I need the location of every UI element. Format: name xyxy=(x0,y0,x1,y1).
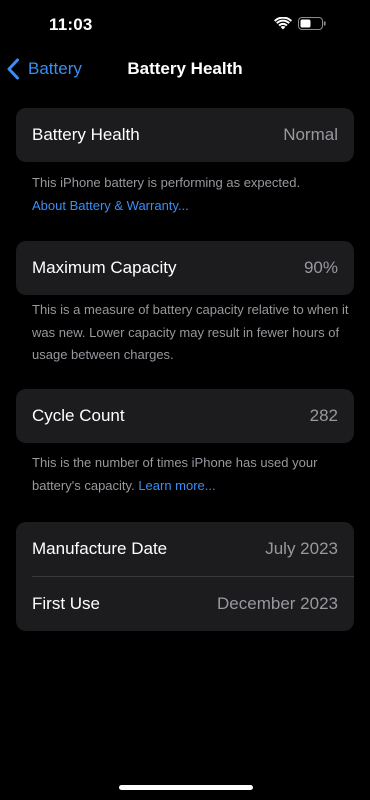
maximum-capacity-row: Maximum Capacity 90% xyxy=(16,241,354,295)
maximum-capacity-description: This is a measure of battery capacity re… xyxy=(32,302,349,362)
manufacture-date-value: July 2023 xyxy=(265,539,338,558)
status-bar: 11:03 xyxy=(0,0,370,48)
status-time: 11:03 xyxy=(49,15,93,34)
maximum-capacity-value: 90% xyxy=(303,258,338,277)
wifi-icon xyxy=(274,17,292,30)
maximum-capacity-footnote: This is a measure of battery capacity re… xyxy=(32,299,350,367)
manufacture-date-label: Manufacture Date xyxy=(32,539,168,558)
cycle-count-row: Cycle Count 282 xyxy=(16,389,354,443)
home-indicator[interactable] xyxy=(119,785,253,790)
cycle-count-card: Cycle Count 282 xyxy=(16,389,354,443)
learn-more-link[interactable]: Learn more... xyxy=(138,478,215,493)
maximum-capacity-card: Maximum Capacity 90% xyxy=(16,241,354,295)
dates-card: Manufacture Date July 2023 First Use Dec… xyxy=(16,522,354,631)
page-title: Battery Health xyxy=(127,59,243,78)
battery-icon xyxy=(298,17,326,30)
battery-health-description: This iPhone battery is performing as exp… xyxy=(32,175,301,190)
maximum-capacity-label: Maximum Capacity xyxy=(32,258,177,277)
battery-health-footnote: This iPhone battery is performing as exp… xyxy=(32,172,350,217)
battery-health-card: Battery Health Normal xyxy=(16,108,354,162)
battery-health-value: Normal xyxy=(283,125,338,144)
battery-health-row: Battery Health Normal xyxy=(16,108,354,162)
cycle-count-label: Cycle Count xyxy=(32,406,125,425)
cycle-count-footnote: This is the number of times iPhone has u… xyxy=(32,452,350,497)
battery-health-label: Battery Health xyxy=(32,125,140,144)
first-use-value: December 2023 xyxy=(217,594,338,613)
about-battery-warranty-link[interactable]: About Battery & Warranty... xyxy=(32,195,350,218)
cycle-count-value: 282 xyxy=(309,406,338,425)
navigation-bar: Battery Battery Health xyxy=(0,52,370,86)
first-use-label: First Use xyxy=(32,594,100,613)
first-use-row: First Use December 2023 xyxy=(16,577,354,631)
manufacture-date-row: Manufacture Date July 2023 xyxy=(16,522,354,576)
